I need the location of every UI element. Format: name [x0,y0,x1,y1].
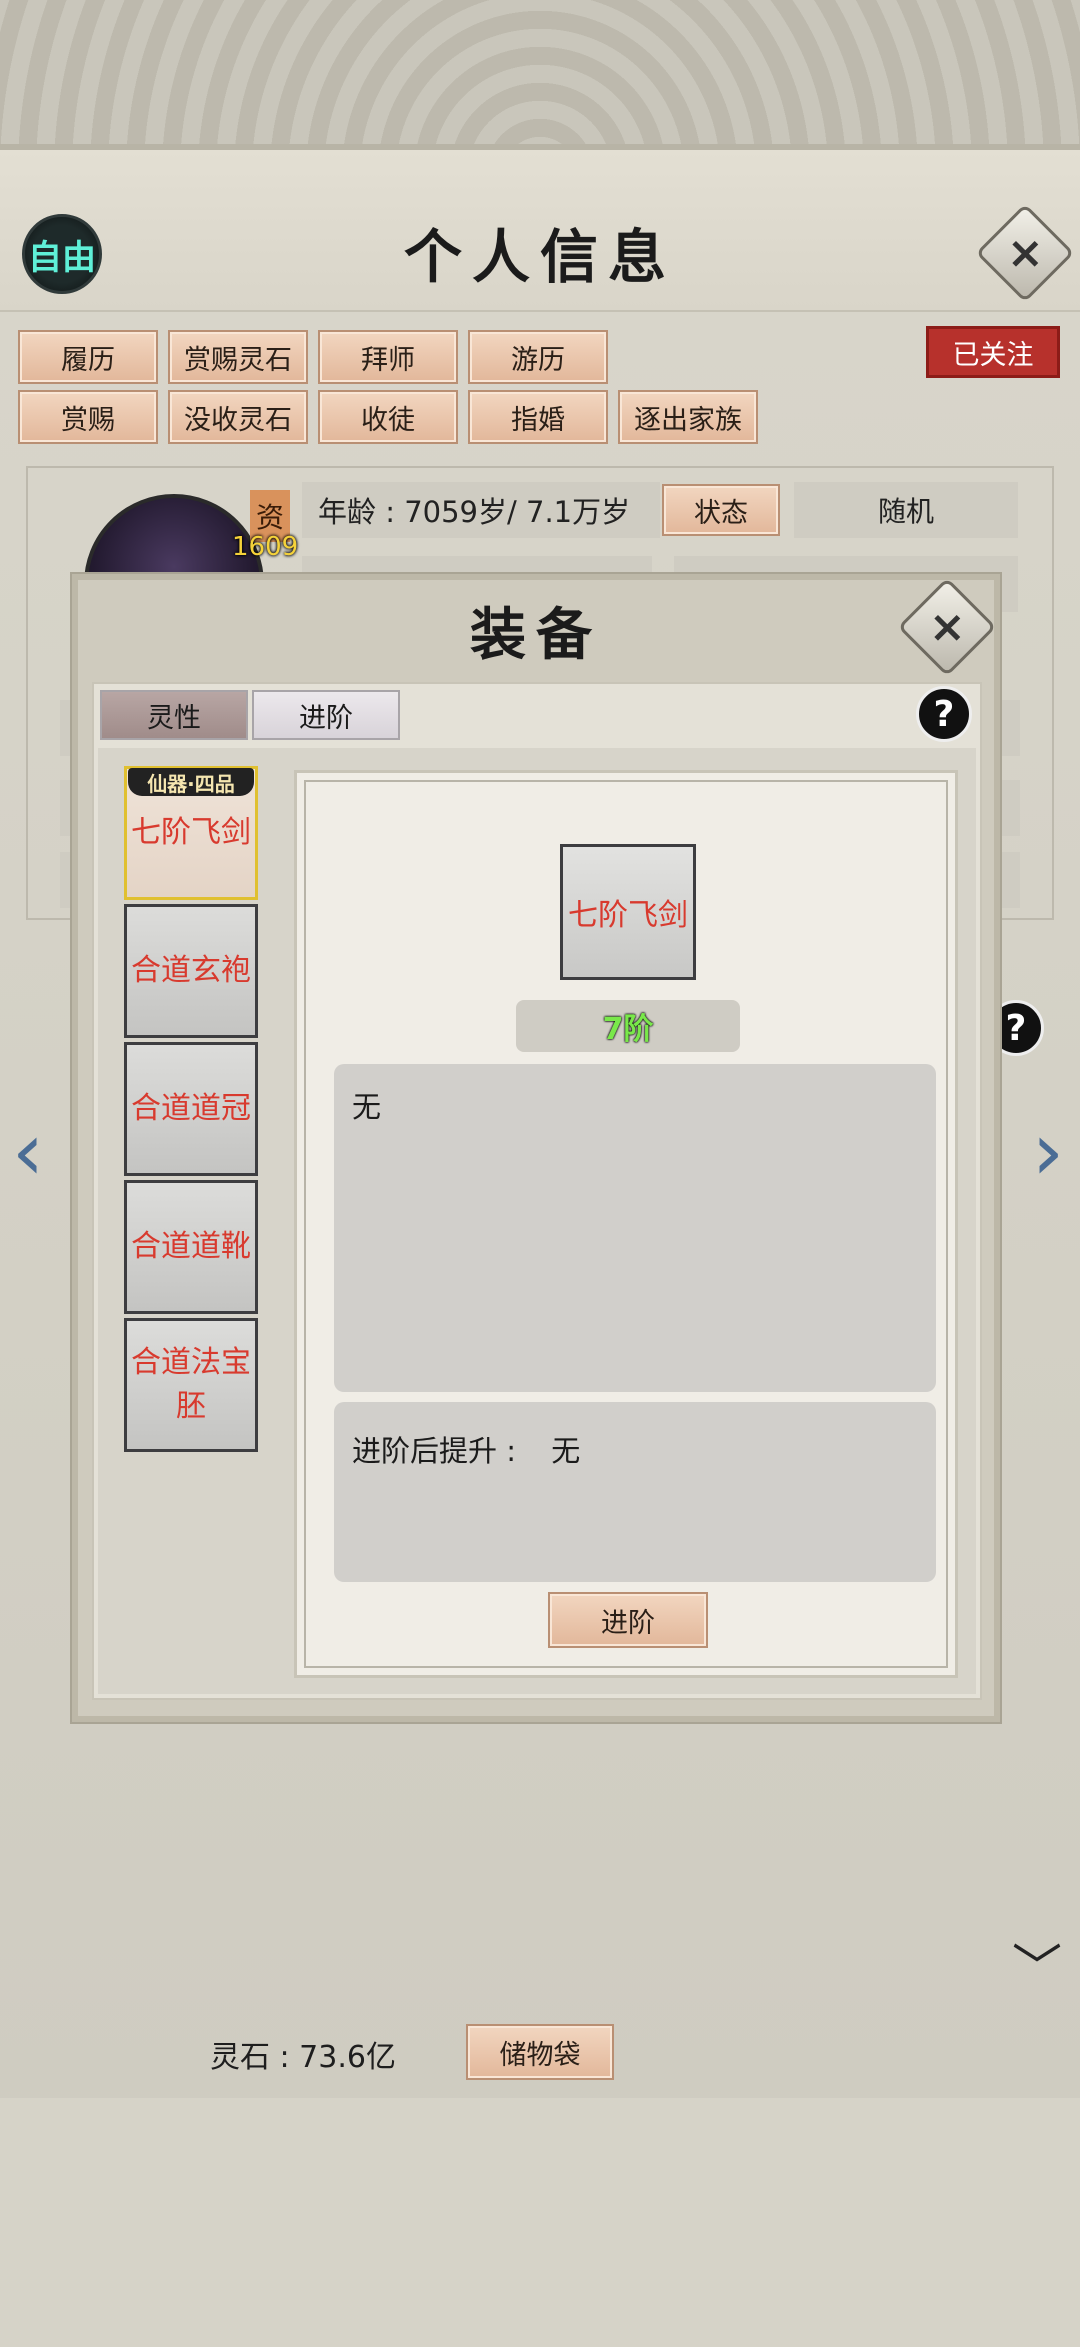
mode-badge[interactable]: 自由 [22,214,102,294]
close-icon: × [1006,227,1044,278]
expel-family-button[interactable]: 逐出家族 [618,390,758,444]
top-wave-banner [0,0,1080,150]
selected-equipment-icon: 七阶飞剑 [560,844,696,980]
equipment-slot-crown[interactable]: 合道道冠 [124,1042,258,1176]
upgrade-value: 无 [551,1434,581,1468]
spirit-stone-count: 灵石 : 73.6亿 [210,2040,396,2075]
reward-stone-button[interactable]: 赏赐灵石 [168,330,308,384]
equipment-name: 七阶飞剑 [131,815,251,850]
travel-button[interactable]: 游历 [468,330,608,384]
equipment-name: 合道道靴 [131,1229,251,1264]
chevron-down-icon[interactable]: ﹀ [1012,1928,1062,2000]
modal-help-icon[interactable]: ? [916,686,972,742]
advance-button[interactable]: 进阶 [548,1592,708,1648]
reward-button[interactable]: 赏赐 [18,390,158,444]
apprentice-button[interactable]: 拜师 [318,330,458,384]
tab-advance[interactable]: 进阶 [252,690,400,740]
age-field: 年龄 : 7059岁/ 7.1万岁 [302,482,660,538]
take-disciple-button[interactable]: 收徒 [318,390,458,444]
upgrade-bonus-box: 进阶后提升 : 无 [334,1402,936,1582]
equipment-grade: 7阶 [516,1000,740,1052]
modal-title: 装备 [470,602,602,668]
follow-status-button[interactable]: 已关注 [926,326,1060,378]
storage-bag-button[interactable]: 储物袋 [466,2024,614,2080]
random-field: 随机 [794,482,1018,538]
equipment-slot-treasure[interactable]: 合道法宝胚 [124,1318,258,1452]
prev-arrow-icon[interactable]: ‹ [8,1112,48,1192]
status-button[interactable]: 状态 [662,484,780,536]
grade-tag: 仙器·四品 [128,768,254,796]
upgrade-label: 进阶后提升 : [352,1434,516,1468]
equipment-name: 合道道冠 [131,1091,251,1126]
resume-button[interactable]: 履历 [18,330,158,384]
equipment-name: 合道玄袍 [131,953,251,988]
page-title: 个人信息 [403,223,676,291]
equipment-name: 合道法宝胚 [131,1345,251,1424]
equipment-slot-robe[interactable]: 合道玄袍 [124,904,258,1038]
equipment-slot-boots[interactable]: 合道道靴 [124,1180,258,1314]
equipment-description: 无 [334,1064,936,1392]
aptitude-value: 1609 [232,532,299,562]
close-icon: × [928,601,966,652]
confiscate-stone-button[interactable]: 没收灵石 [168,390,308,444]
next-arrow-icon[interactable]: › [1028,1112,1068,1192]
tab-spirituality[interactable]: 灵性 [100,690,248,740]
arrange-marriage-button[interactable]: 指婚 [468,390,608,444]
